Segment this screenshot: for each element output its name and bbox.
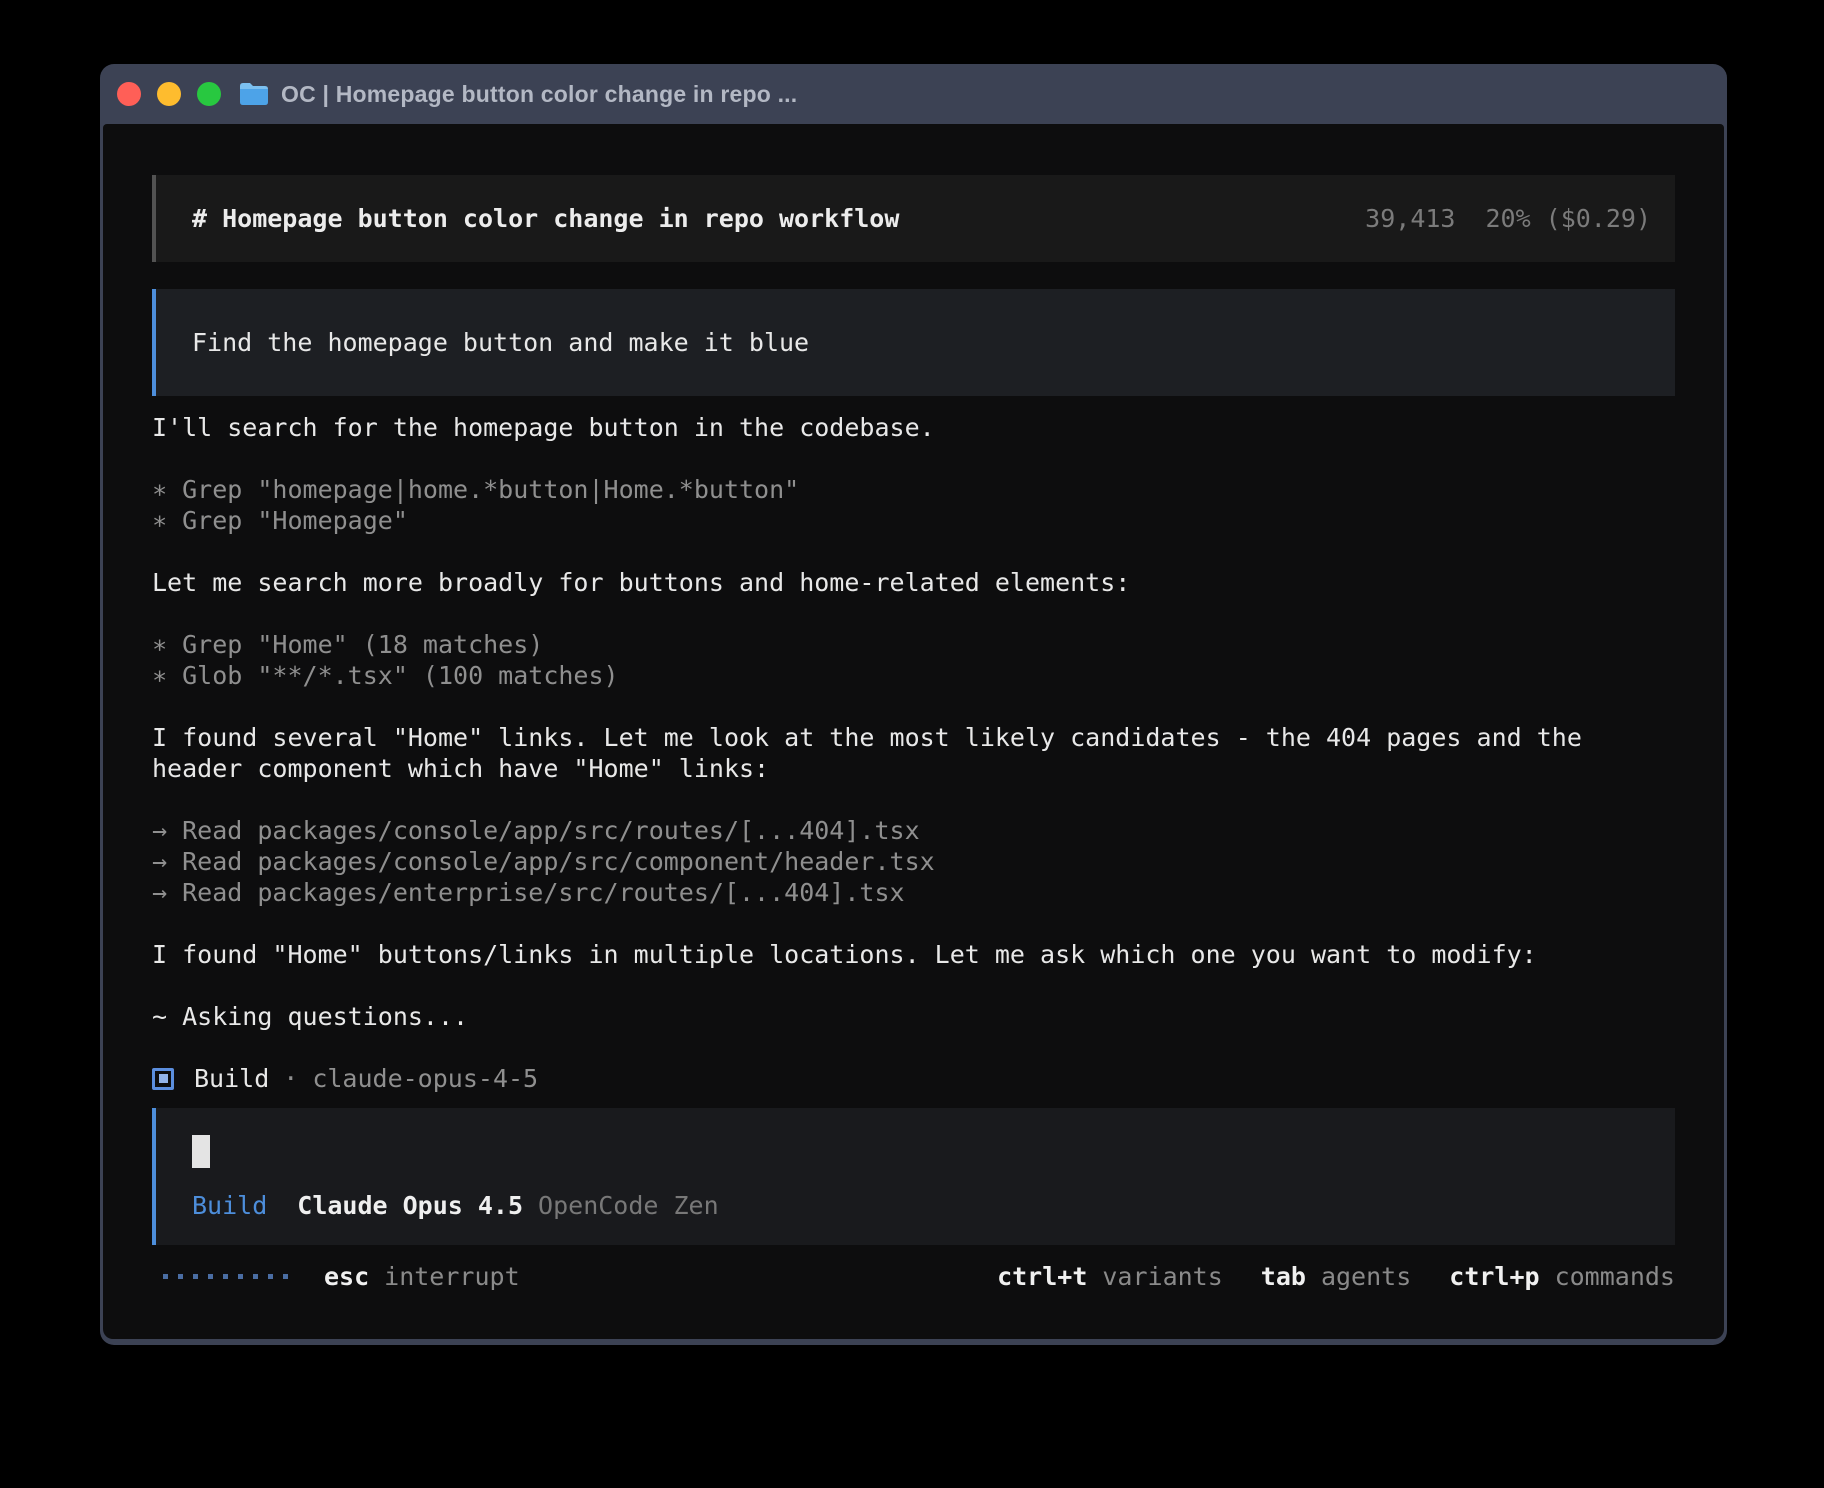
context-percent: 20%	[1485, 204, 1530, 233]
shortcut-label: agents	[1321, 1262, 1411, 1291]
session-cost: ($0.29)	[1546, 204, 1651, 233]
agent-status-line: Build · claude-opus-4-5	[152, 1063, 1675, 1094]
token-count: 39,413	[1365, 204, 1455, 233]
transcript: I'll search for the homepage button in t…	[152, 412, 1675, 1032]
spinner-dot	[268, 1274, 273, 1279]
text-cursor	[192, 1135, 210, 1168]
shortcut-key: ctrl+t	[997, 1262, 1087, 1291]
zoom-button[interactable]	[197, 82, 221, 106]
session-title: # Homepage button color change in repo w…	[192, 203, 899, 234]
spinner-dot	[163, 1274, 168, 1279]
spinner-dot	[238, 1274, 243, 1279]
assistant-text: I'll search for the homepage button in t…	[152, 412, 1675, 443]
shortcut-label: commands	[1555, 1262, 1675, 1291]
tool-call-read: → Read packages/console/app/src/routes/[…	[152, 815, 1675, 846]
agent-model: claude-opus-4-5	[312, 1063, 538, 1094]
spinner-dot	[193, 1274, 198, 1279]
working-spinner-dots	[163, 1274, 288, 1279]
session-stats: 39,413 20% ($0.29)	[1365, 203, 1651, 234]
user-message: Find the homepage button and make it blu…	[152, 289, 1675, 396]
shortcut-agents: tab agents	[1261, 1261, 1411, 1292]
assistant-status-text: ~ Asking questions...	[152, 1001, 1675, 1032]
tool-call-grep: ∗ Grep "Homepage"	[152, 505, 1675, 536]
agent-mode-label[interactable]: Build	[192, 1191, 267, 1220]
spinner-dot	[178, 1274, 183, 1279]
tool-call-glob: ∗ Glob "**/*.tsx" (100 matches)	[152, 660, 1675, 691]
interrupt-label: interrupt	[384, 1261, 519, 1292]
window-title: OC | Homepage button color change in rep…	[281, 81, 797, 108]
spinner-dot	[223, 1274, 228, 1279]
shortcut-key: tab	[1261, 1262, 1306, 1291]
close-button[interactable]	[117, 82, 141, 106]
assistant-text: Let me search more broadly for buttons a…	[152, 567, 1675, 598]
shortcut-variants: ctrl+t variants	[997, 1261, 1223, 1292]
traffic-lights	[117, 82, 221, 106]
interrupt-key: esc	[324, 1261, 369, 1292]
folder-icon	[239, 82, 269, 106]
spinner-dot	[283, 1274, 288, 1279]
build-status-icon	[152, 1068, 174, 1090]
terminal-content: # Homepage button color change in repo w…	[103, 124, 1724, 1339]
model-label[interactable]: Claude Opus 4.5	[297, 1191, 523, 1220]
desktop-background: OC | Homepage button color change in rep…	[0, 0, 1824, 1488]
user-message-text: Find the homepage button and make it blu…	[192, 328, 809, 357]
tool-call-read: → Read packages/console/app/src/componen…	[152, 846, 1675, 877]
status-bar-left: esc interrupt	[152, 1261, 520, 1292]
shortcut-label: variants	[1102, 1262, 1222, 1291]
tool-call-read: → Read packages/enterprise/src/routes/[.…	[152, 877, 1675, 908]
session-header: # Homepage button color change in repo w…	[152, 175, 1675, 262]
minimize-button[interactable]	[157, 82, 181, 106]
agent-name: Build	[194, 1063, 269, 1094]
shortcut-commands: ctrl+p commands	[1449, 1261, 1675, 1292]
shortcut-key: ctrl+p	[1449, 1262, 1539, 1291]
spinner-dot	[253, 1274, 258, 1279]
spinner-dot	[208, 1274, 213, 1279]
input-meta: Build Claude Opus 4.5 OpenCode Zen	[192, 1190, 1639, 1221]
terminal-window: OC | Homepage button color change in rep…	[100, 64, 1727, 1345]
assistant-text: I found "Home" buttons/links in multiple…	[152, 939, 1675, 970]
assistant-text: I found several "Home" links. Let me loo…	[152, 722, 1675, 784]
provider-label: OpenCode Zen	[538, 1191, 719, 1220]
window-titlebar[interactable]: OC | Homepage button color change in rep…	[103, 64, 1724, 124]
status-bar-right: ctrl+t variants tab agents ctrl+p commands	[997, 1261, 1675, 1292]
prompt-input[interactable]: Build Claude Opus 4.5 OpenCode Zen	[152, 1108, 1675, 1245]
tool-call-grep: ∗ Grep "homepage|home.*button|Home.*butt…	[152, 474, 1675, 505]
agent-separator: ·	[283, 1063, 298, 1094]
status-bar: esc interrupt ctrl+t variants tab agents c…	[152, 1261, 1675, 1292]
tool-call-grep: ∗ Grep "Home" (18 matches)	[152, 629, 1675, 660]
